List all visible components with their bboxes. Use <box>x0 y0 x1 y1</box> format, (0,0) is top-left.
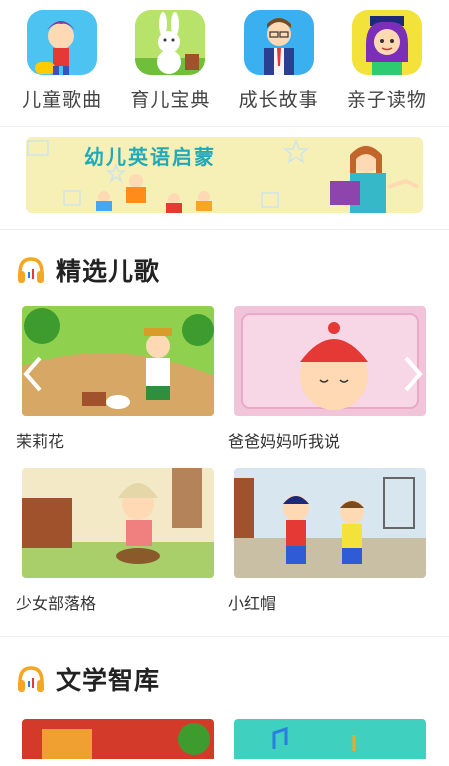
category-parenting[interactable]: 育儿宝典 <box>120 10 220 112</box>
song-thumbnail <box>22 468 214 578</box>
section-header: 精选儿歌 <box>16 244 449 296</box>
headphones-icon <box>18 257 44 283</box>
section-header: 文学智库 <box>16 653 449 705</box>
category-parent-reading[interactable]: 亲子读物 <box>337 10 437 112</box>
headphones-icon <box>18 666 44 692</box>
chevron-left-icon <box>23 356 42 392</box>
song-card[interactable]: 小红帽 <box>228 468 426 630</box>
girl-icon <box>351 10 422 75</box>
section-title: 精选儿歌 <box>56 257 161 286</box>
carousel-next-button[interactable] <box>400 354 426 394</box>
teacher-icon <box>243 10 314 75</box>
song-title: 小红帽 <box>228 594 277 613</box>
section-title: 文学智库 <box>56 666 161 695</box>
category-label: 亲子读物 <box>346 89 427 111</box>
carousel-prev-button[interactable] <box>22 354 46 394</box>
literature-thumbnail[interactable] <box>234 719 426 759</box>
literature-section: 文学智库 <box>0 653 449 705</box>
song-title: 茉莉花 <box>16 432 65 451</box>
category-label: 成长故事 <box>238 89 319 111</box>
divider <box>0 229 449 230</box>
song-card[interactable]: 少女部落格 <box>16 468 214 630</box>
category-children-songs[interactable]: 儿童歌曲 <box>12 10 112 112</box>
song-thumbnail <box>234 468 426 578</box>
divider <box>0 126 449 127</box>
category-growth-stories[interactable]: 成长故事 <box>229 10 329 112</box>
song-thumbnail <box>22 306 214 416</box>
category-label: 育儿宝典 <box>130 89 211 111</box>
cartoon-child-icon <box>27 10 98 75</box>
chevron-right-icon <box>404 356 423 392</box>
song-title: 少女部落格 <box>16 594 97 613</box>
literature-grid <box>22 719 449 759</box>
song-title: 爸爸妈妈听我说 <box>228 432 341 451</box>
category-nav: 儿童歌曲 育儿宝典 成长故事 亲子读物 <box>0 0 449 112</box>
song-thumbnail <box>234 306 426 416</box>
song-card[interactable]: 爸爸妈妈听我说 <box>228 306 426 468</box>
divider <box>0 636 449 637</box>
literature-thumbnail[interactable] <box>22 719 214 759</box>
song-card[interactable]: 茉莉花 <box>16 306 214 468</box>
promo-banner[interactable]: 幼儿英语启蒙 <box>26 137 423 213</box>
song-grid: 茉莉花 爸爸妈妈听我说 少女部落格 小红帽 <box>16 306 449 630</box>
featured-songs-section: 精选儿歌 茉莉花 爸爸妈妈听我说 少女部落格 小红帽 <box>0 244 449 630</box>
rabbit-icon <box>135 10 206 75</box>
banner-title: 幼儿英语启蒙 <box>84 145 216 169</box>
category-label: 儿童歌曲 <box>22 89 103 111</box>
